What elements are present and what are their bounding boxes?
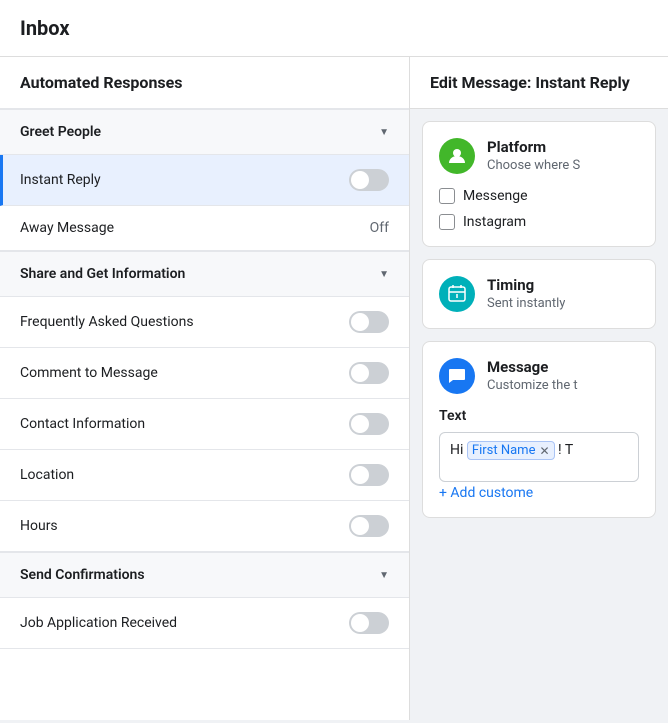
- section-send-confirmations-label: Send Confirmations: [20, 567, 145, 583]
- instagram-checkbox[interactable]: [439, 214, 455, 230]
- contact-info-toggle[interactable]: [349, 413, 389, 435]
- text-input-area[interactable]: Hi First Name ✕ ! T: [439, 432, 639, 482]
- page-title: Inbox: [20, 16, 648, 40]
- list-item-job-application[interactable]: Job Application Received: [0, 598, 409, 649]
- section-share-get-info[interactable]: Share and Get Information ▼: [0, 251, 409, 297]
- left-panel-title: Automated Responses: [0, 57, 409, 109]
- list-item-location[interactable]: Location: [0, 450, 409, 501]
- message-title: Message: [487, 358, 578, 376]
- timing-card: Timing Sent instantly: [422, 259, 656, 329]
- instagram-label: Instagram: [463, 214, 526, 230]
- timing-icon: [439, 276, 475, 312]
- section-share-label: Share and Get Information: [20, 266, 185, 282]
- first-name-token[interactable]: First Name ✕: [467, 441, 555, 460]
- away-message-status: Off: [370, 220, 389, 236]
- chevron-down-icon-2: ▼: [379, 269, 389, 280]
- location-toggle[interactable]: [349, 464, 389, 486]
- hours-label: Hours: [20, 518, 58, 534]
- timing-card-text: Timing Sent instantly: [487, 276, 565, 311]
- left-panel: Automated Responses Greet People ▼ Insta…: [0, 57, 410, 720]
- message-icon: [439, 358, 475, 394]
- location-slider: [349, 464, 389, 486]
- instant-reply-slider: [349, 169, 389, 191]
- list-item-hours[interactable]: Hours: [0, 501, 409, 552]
- hours-slider: [349, 515, 389, 537]
- job-application-label: Job Application Received: [20, 615, 177, 631]
- message-card: Message Customize the t Text Hi First Na…: [422, 341, 656, 518]
- contact-info-slider: [349, 413, 389, 435]
- comment-to-message-slider: [349, 362, 389, 384]
- platform-title: Platform: [487, 138, 580, 156]
- instant-reply-label: Instant Reply: [20, 172, 101, 188]
- platform-card: Platform Choose where S Messenge Instagr…: [422, 121, 656, 247]
- comment-to-message-toggle[interactable]: [349, 362, 389, 384]
- platform-card-text: Platform Choose where S: [487, 138, 580, 173]
- job-application-slider: [349, 612, 389, 634]
- section-send-confirmations[interactable]: Send Confirmations ▼: [0, 552, 409, 598]
- list-item-away-message[interactable]: Away Message Off: [0, 206, 409, 251]
- instagram-option[interactable]: Instagram: [439, 214, 639, 230]
- chevron-down-icon-3: ▼: [379, 570, 389, 581]
- text-prefix: Hi: [450, 442, 463, 458]
- text-suffix: ! T: [558, 442, 573, 458]
- right-panel: Edit Message: Instant Reply Platform Cho…: [410, 57, 668, 720]
- faq-slider: [349, 311, 389, 333]
- list-item-comment-to-message[interactable]: Comment to Message: [0, 348, 409, 399]
- remove-token-icon[interactable]: ✕: [539, 444, 549, 458]
- messenger-option[interactable]: Messenge: [439, 188, 639, 204]
- add-custom-link[interactable]: + Add custome: [439, 485, 533, 501]
- contact-info-label: Contact Information: [20, 416, 145, 432]
- message-subtitle: Customize the t: [487, 378, 578, 393]
- location-label: Location: [20, 467, 74, 483]
- hours-toggle[interactable]: [349, 515, 389, 537]
- job-application-toggle[interactable]: [349, 612, 389, 634]
- comment-to-message-label: Comment to Message: [20, 365, 158, 381]
- timing-title: Timing: [487, 276, 565, 294]
- list-item-faq[interactable]: Frequently Asked Questions: [0, 297, 409, 348]
- faq-label: Frequently Asked Questions: [20, 314, 194, 330]
- page-header: Inbox: [0, 0, 668, 57]
- right-panel-title: Edit Message: Instant Reply: [410, 57, 668, 109]
- text-field-label: Text: [439, 408, 639, 424]
- chevron-down-icon: ▼: [379, 127, 389, 138]
- main-container: Automated Responses Greet People ▼ Insta…: [0, 57, 668, 720]
- faq-toggle[interactable]: [349, 311, 389, 333]
- message-card-header: Message Customize the t: [439, 358, 639, 394]
- section-greet-people[interactable]: Greet People ▼: [0, 109, 409, 155]
- list-item-instant-reply[interactable]: Instant Reply: [0, 155, 409, 206]
- list-item-contact-info[interactable]: Contact Information: [0, 399, 409, 450]
- timing-subtitle: Sent instantly: [487, 296, 565, 311]
- instant-reply-toggle[interactable]: [349, 169, 389, 191]
- messenger-checkbox[interactable]: [439, 188, 455, 204]
- section-greet-people-label: Greet People: [20, 124, 101, 140]
- message-card-text: Message Customize the t: [487, 358, 578, 393]
- message-card-body: Text Hi First Name ✕ ! T + Add custome: [439, 408, 639, 501]
- away-message-label: Away Message: [20, 220, 114, 236]
- platform-subtitle: Choose where S: [487, 158, 580, 173]
- platform-card-body: Messenge Instagram: [439, 188, 639, 230]
- timing-card-header: Timing Sent instantly: [439, 276, 639, 312]
- platform-icon: [439, 138, 475, 174]
- platform-card-header: Platform Choose where S: [439, 138, 639, 174]
- messenger-label: Messenge: [463, 188, 528, 204]
